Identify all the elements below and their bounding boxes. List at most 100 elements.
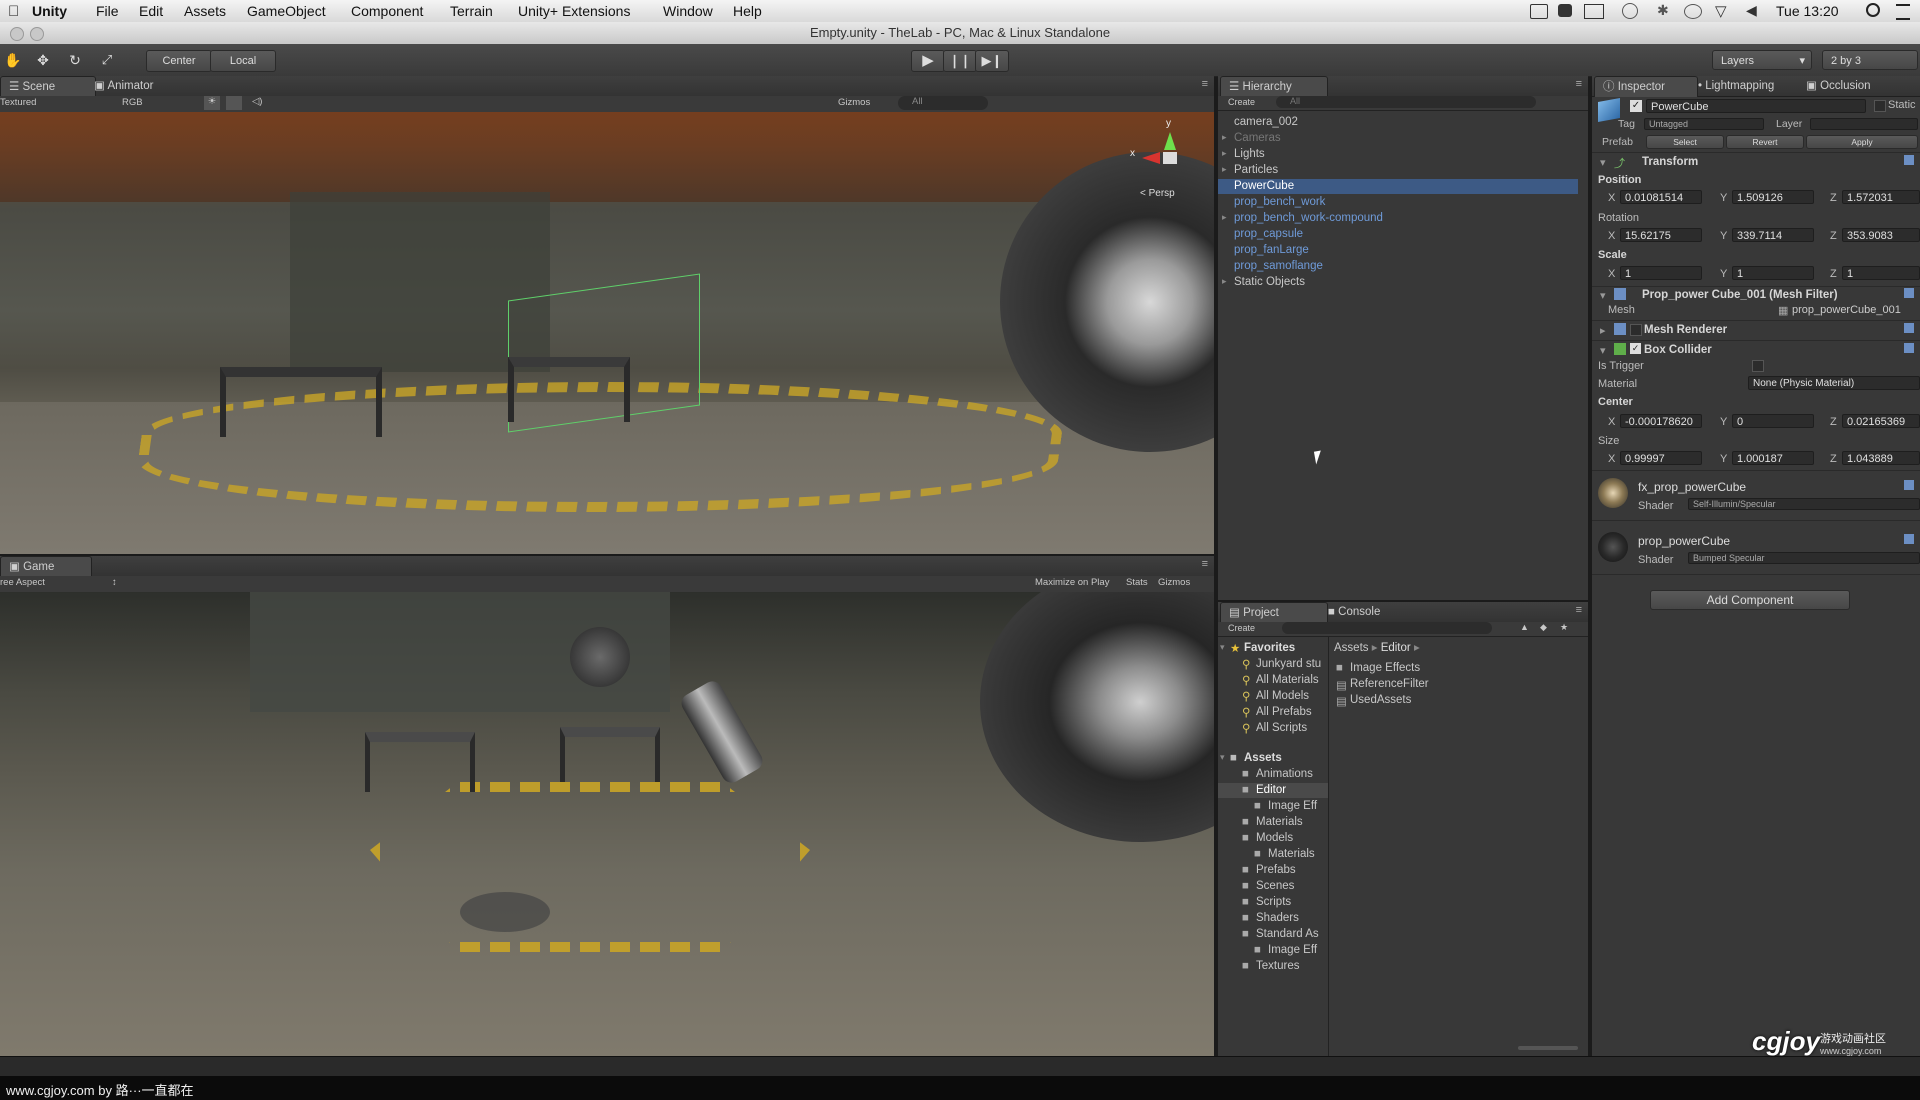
filter-by-type-icon[interactable]: ▲	[1520, 622, 1529, 632]
foldout-arrow-icon[interactable]: ▸	[1222, 212, 1227, 223]
component-settings-icon[interactable]	[1904, 323, 1914, 333]
scene-search-input[interactable]: All	[898, 96, 988, 110]
center-x-field[interactable]: -0.000178620	[1620, 414, 1702, 428]
scale-y-field[interactable]: 1	[1732, 266, 1814, 280]
center-y-field[interactable]: 0	[1732, 414, 1814, 428]
layout-dropdown[interactable]: 2 by 3	[1822, 50, 1918, 70]
audio-toggle-icon[interactable]: ◁)	[252, 96, 262, 107]
tab-hierarchy[interactable]: ☰ Hierarchy	[1220, 76, 1328, 97]
tab-project[interactable]: ▤ Project	[1220, 602, 1328, 623]
scene-gizmos-dropdown[interactable]: Gizmos	[838, 97, 870, 108]
shader-dropdown-1[interactable]: Self-Illumin/Specular	[1688, 498, 1920, 510]
hierarchy-search-input[interactable]: All	[1276, 96, 1536, 108]
menu-help[interactable]: Help	[733, 3, 762, 19]
component-settings-icon[interactable]	[1904, 288, 1914, 298]
folder-item[interactable]: Animations	[1256, 768, 1313, 780]
component-settings-icon[interactable]	[1904, 480, 1914, 490]
projection-label[interactable]: < Persp	[1140, 188, 1175, 199]
foldout-arrow-icon[interactable]: ▸	[1222, 132, 1227, 143]
clock[interactable]: Tue 13:20	[1776, 3, 1839, 19]
hierarchy-item[interactable]: prop_bench_work-compound	[1234, 212, 1383, 224]
time-machine-icon[interactable]	[1622, 3, 1638, 19]
menu-gameobject[interactable]: GameObject	[247, 3, 326, 19]
tab-lightmapping[interactable]: • Lightmapping	[1690, 76, 1782, 96]
panel-menu-icon[interactable]: ≡	[1576, 78, 1582, 90]
camera-status-icon[interactable]	[1530, 4, 1548, 19]
tab-animator[interactable]: ▣ Animator	[86, 76, 161, 96]
static-checkbox[interactable]	[1874, 100, 1886, 112]
size-y-field[interactable]: 1.000187	[1732, 451, 1814, 465]
hierarchy-item[interactable]: PowerCube	[1234, 180, 1294, 192]
favorite-item[interactable]: All Scripts	[1256, 722, 1307, 734]
step-button[interactable]: ▶❙	[975, 50, 1009, 72]
icon-size-slider[interactable]	[1518, 1046, 1578, 1050]
maximize-on-play-toggle[interactable]: Maximize on Play	[1035, 577, 1109, 588]
menu-unity-extensions[interactable]: Unity+ Extensions	[518, 3, 630, 19]
folder-item[interactable]: Scenes	[1256, 880, 1294, 892]
favorite-item[interactable]: All Prefabs	[1256, 706, 1312, 718]
x-axis-cone[interactable]	[1142, 152, 1160, 164]
center-z-field[interactable]: 0.02165369	[1842, 414, 1920, 428]
menu-unity[interactable]: Unity	[32, 3, 67, 19]
hierarchy-item[interactable]: prop_capsule	[1234, 228, 1303, 240]
pivot-local-toggle[interactable]: Local	[210, 50, 276, 72]
notification-center-icon[interactable]	[1896, 4, 1910, 20]
component-settings-icon[interactable]	[1904, 155, 1914, 165]
panel-menu-icon[interactable]: ≡	[1202, 558, 1208, 570]
assets-header[interactable]: Assets	[1244, 752, 1282, 764]
menu-assets[interactable]: Assets	[184, 3, 226, 19]
box-collider-enabled-checkbox[interactable]: ✓	[1630, 343, 1641, 354]
filter-by-label-icon[interactable]: ◆	[1540, 622, 1547, 633]
render-mode-dropdown[interactable]: RGB	[122, 97, 143, 108]
rotate-tool-button[interactable]: ↻	[64, 50, 86, 70]
box-collider-header[interactable]: Box Collider	[1644, 344, 1712, 356]
favorite-item[interactable]: All Materials	[1256, 674, 1319, 686]
pivot-center-toggle[interactable]: Center	[146, 50, 212, 72]
wifi-icon[interactable]: ▽	[1715, 2, 1727, 20]
dropbox-status-icon[interactable]	[1558, 4, 1572, 17]
menu-window[interactable]: Window	[663, 3, 713, 19]
folder-item[interactable]: Standard As	[1256, 928, 1319, 940]
scene-orientation-gizmo[interactable]: y x < Persp	[1128, 118, 1208, 199]
bluetooth-icon[interactable]: ✱	[1657, 2, 1669, 19]
foldout-arrow-icon[interactable]: ▾	[1600, 344, 1606, 357]
draw-mode-dropdown[interactable]: Textured	[0, 97, 36, 108]
volume-icon[interactable]: ◀	[1746, 2, 1757, 19]
project-file-item[interactable]: UsedAssets	[1350, 694, 1411, 706]
foldout-arrow-icon[interactable]: ▸	[1600, 324, 1606, 337]
project-search-input[interactable]	[1282, 622, 1492, 634]
hierarchy-item[interactable]: Lights	[1234, 148, 1265, 160]
tab-game[interactable]: ▣ Game	[0, 556, 92, 577]
game-gizmos-dropdown[interactable]: Gizmos	[1158, 577, 1190, 588]
panel-menu-icon[interactable]: ≡	[1202, 78, 1208, 90]
size-z-field[interactable]: 1.043889	[1842, 451, 1920, 465]
project-split-divider[interactable]	[1328, 636, 1329, 1056]
rotation-y-field[interactable]: 339.7114	[1732, 228, 1814, 242]
object-name-field[interactable]: PowerCube	[1646, 99, 1866, 113]
physic-material-field[interactable]: None (Physic Material)	[1748, 376, 1920, 390]
favorite-item[interactable]: Junkyard stu	[1256, 658, 1321, 670]
menu-terrain[interactable]: Terrain	[450, 3, 493, 19]
prefab-apply-button[interactable]: Apply	[1806, 135, 1918, 149]
stats-toggle[interactable]: Stats	[1126, 577, 1148, 588]
foldout-arrow-icon[interactable]: ▸	[1222, 164, 1227, 175]
foldout-arrow-icon[interactable]: ▸	[1222, 276, 1227, 287]
tag-dropdown[interactable]: Untagged	[1644, 118, 1764, 130]
tab-inspector[interactable]: ⓘ Inspector	[1594, 76, 1698, 97]
favorite-star-icon[interactable]: ★	[1560, 622, 1568, 633]
game-viewport[interactable]	[0, 592, 1214, 1056]
position-y-field[interactable]: 1.509126	[1732, 190, 1814, 204]
menu-component[interactable]: Component	[351, 3, 423, 19]
material-preview-sphere[interactable]	[1598, 532, 1628, 562]
panel-menu-icon[interactable]: ≡	[1576, 604, 1582, 616]
component-settings-icon[interactable]	[1904, 534, 1914, 544]
folder-item[interactable]: Prefabs	[1256, 864, 1296, 876]
menu-edit[interactable]: Edit	[139, 3, 163, 19]
hierarchy-create-dropdown[interactable]: Create	[1228, 97, 1255, 107]
tab-console[interactable]: ■ Console	[1320, 602, 1388, 622]
spotlight-search-icon[interactable]	[1866, 3, 1880, 17]
folder-item[interactable]: Shaders	[1256, 912, 1299, 924]
hierarchy-item[interactable]: prop_fanLarge	[1234, 244, 1309, 256]
mesh-renderer-enabled-checkbox[interactable]	[1630, 324, 1642, 336]
hierarchy-item[interactable]: Particles	[1234, 164, 1278, 176]
